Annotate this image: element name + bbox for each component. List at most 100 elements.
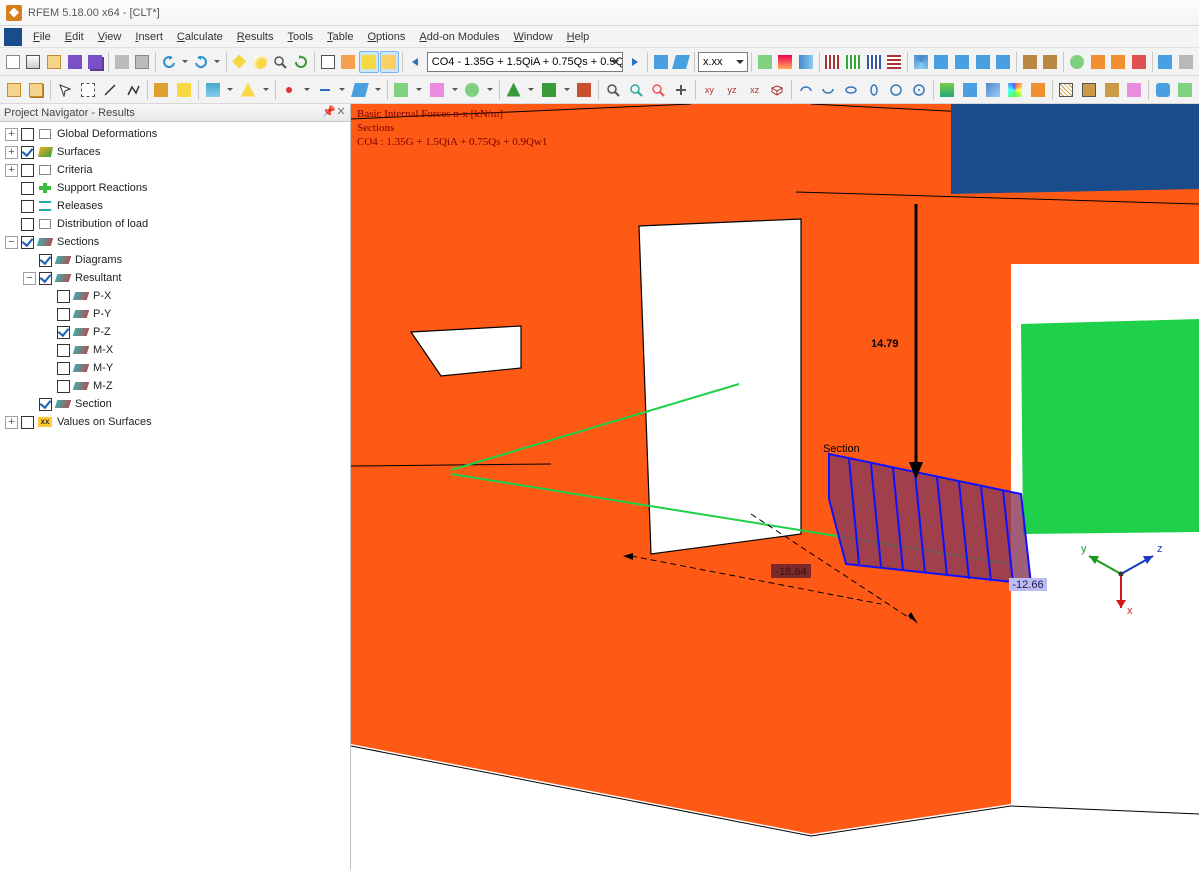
- vlabel-xy-button[interactable]: xy: [699, 79, 721, 101]
- surface-dropdown[interactable]: [372, 79, 384, 101]
- checkbox[interactable]: [21, 416, 34, 429]
- zoom-win-button[interactable]: [647, 79, 669, 101]
- tree-item-section[interactable]: Section: [2, 395, 348, 413]
- draw-2-dropdown[interactable]: [260, 79, 272, 101]
- view-1-button[interactable]: [391, 79, 413, 101]
- undo-button[interactable]: [159, 51, 179, 73]
- menu-tools[interactable]: Tools: [280, 29, 320, 45]
- tree-item-global-deformations[interactable]: Global Deformations: [2, 125, 348, 143]
- tree-item-surfaces[interactable]: Surfaces: [2, 143, 348, 161]
- end-2-button[interactable]: [1175, 79, 1197, 101]
- menu-options[interactable]: Options: [360, 29, 412, 45]
- rot-6-button[interactable]: [908, 79, 930, 101]
- member-button[interactable]: [314, 79, 336, 101]
- diag-4-button[interactable]: [884, 51, 904, 73]
- viewport-3d[interactable]: -18.64 -12.66 Section 14.79 y z x: [351, 104, 1199, 870]
- copy-button[interactable]: [151, 79, 173, 101]
- menu-table[interactable]: Table: [320, 29, 360, 45]
- view-3-button[interactable]: [461, 79, 483, 101]
- disp-3-button[interactable]: [982, 79, 1004, 101]
- show-results-button[interactable]: [250, 51, 270, 73]
- tree-item-resultant[interactable]: Resultant: [2, 269, 348, 287]
- checkbox[interactable]: [21, 236, 34, 249]
- menu-file[interactable]: File: [26, 29, 58, 45]
- sup-2-dropdown[interactable]: [561, 79, 573, 101]
- disp-1-button[interactable]: [937, 79, 959, 101]
- save-all-button[interactable]: [86, 51, 106, 73]
- tree-item-distribution-of-load[interactable]: Distribution of load: [2, 215, 348, 233]
- results-nav-button[interactable]: [380, 51, 400, 73]
- checkbox[interactable]: [39, 254, 52, 267]
- next-lc-button[interactable]: [624, 51, 644, 73]
- diag-1-button[interactable]: [823, 51, 843, 73]
- draw-2-button[interactable]: [237, 79, 259, 101]
- opt-6-button[interactable]: [1176, 51, 1196, 73]
- expander-icon[interactable]: [5, 164, 18, 177]
- wire-1-button[interactable]: [1056, 79, 1078, 101]
- checkbox[interactable]: [57, 344, 70, 357]
- tree-item-values-on-surfaces[interactable]: xxValues on Surfaces: [2, 413, 348, 431]
- persp-button[interactable]: [671, 51, 691, 73]
- mesh-4-button[interactable]: [973, 51, 993, 73]
- tree-item-support-reactions[interactable]: Support Reactions: [2, 179, 348, 197]
- move-button[interactable]: [173, 79, 195, 101]
- tree-item-m-z[interactable]: M-Z: [2, 377, 348, 395]
- tree-item-p-x[interactable]: P-X: [2, 287, 348, 305]
- select-button[interactable]: [54, 79, 76, 101]
- precision-combo[interactable]: x.xx: [698, 52, 748, 72]
- member-dropdown[interactable]: [337, 79, 349, 101]
- render-1-button[interactable]: [755, 51, 775, 73]
- iso-button[interactable]: [651, 51, 671, 73]
- expander-icon[interactable]: [23, 272, 36, 285]
- node-button[interactable]: [279, 79, 301, 101]
- vlabel-yz-button[interactable]: yz: [721, 79, 743, 101]
- view-2-button[interactable]: [426, 79, 448, 101]
- sup-1-button[interactable]: [503, 79, 525, 101]
- checkbox[interactable]: [57, 326, 70, 339]
- checkbox[interactable]: [21, 164, 34, 177]
- view-2-dropdown[interactable]: [449, 79, 461, 101]
- checkbox[interactable]: [39, 398, 52, 411]
- menu-edit[interactable]: Edit: [58, 29, 91, 45]
- vlabel-xz-button[interactable]: xz: [744, 79, 766, 101]
- tree-item-releases[interactable]: Releases: [2, 197, 348, 215]
- checkbox[interactable]: [21, 200, 34, 213]
- mesh-2-button[interactable]: [932, 51, 952, 73]
- nav-button[interactable]: [318, 51, 338, 73]
- close-icon[interactable]: ✕: [336, 108, 346, 118]
- surface-button[interactable]: [349, 79, 371, 101]
- find-button[interactable]: [602, 79, 624, 101]
- display-button[interactable]: [359, 51, 379, 73]
- tree-item-criteria[interactable]: Criteria: [2, 161, 348, 179]
- menu-insert[interactable]: Insert: [128, 29, 170, 45]
- diag-3-button[interactable]: [864, 51, 884, 73]
- tree-item-sections[interactable]: Sections: [2, 233, 348, 251]
- node-dropdown[interactable]: [301, 79, 313, 101]
- vlabel-iso-button[interactable]: [766, 79, 788, 101]
- axis-2-button[interactable]: [1041, 51, 1061, 73]
- diag-2-button[interactable]: [843, 51, 863, 73]
- disp-5-button[interactable]: [1027, 79, 1049, 101]
- axis-1-button[interactable]: [1020, 51, 1040, 73]
- rot-2-button[interactable]: [818, 79, 840, 101]
- opt-5-button[interactable]: [1155, 51, 1175, 73]
- opt-2-button[interactable]: [1088, 51, 1108, 73]
- tree-item-diagrams[interactable]: Diagrams: [2, 251, 348, 269]
- tree-item-m-x[interactable]: M-X: [2, 341, 348, 359]
- expander-icon[interactable]: [5, 416, 18, 429]
- checkbox[interactable]: [21, 182, 34, 195]
- disp-2-button[interactable]: [959, 79, 981, 101]
- checkbox[interactable]: [21, 128, 34, 141]
- checkbox[interactable]: [21, 218, 34, 231]
- wire-4-button[interactable]: [1123, 79, 1145, 101]
- render-3-button[interactable]: [796, 51, 816, 73]
- opt-3-button[interactable]: [1108, 51, 1128, 73]
- tree-item-p-y[interactable]: P-Y: [2, 305, 348, 323]
- zoom-ext-button[interactable]: [625, 79, 647, 101]
- wire-3-button[interactable]: [1101, 79, 1123, 101]
- menu-help[interactable]: Help: [560, 29, 597, 45]
- polyline-button[interactable]: [122, 79, 144, 101]
- refresh-button[interactable]: [291, 51, 311, 73]
- save-button[interactable]: [65, 51, 85, 73]
- loadcase-combo[interactable]: CO4 - 1.35G + 1.5QiA + 0.75Qs + 0.9Qw: [427, 52, 624, 72]
